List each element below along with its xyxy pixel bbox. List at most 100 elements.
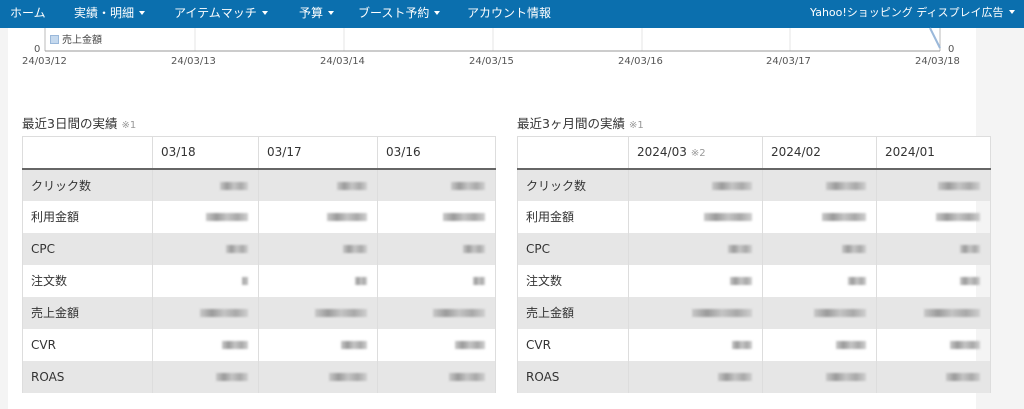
redacted-value — [628, 200, 763, 233]
table-row: 売上金額 — [517, 296, 991, 329]
daily-title-text: 最近3日間の実績 — [22, 116, 118, 131]
redacted-value — [258, 296, 378, 329]
blurred-value — [718, 373, 752, 381]
row-label: ROAS — [22, 360, 153, 393]
redacted-value — [762, 328, 877, 361]
blurred-value — [206, 213, 248, 221]
redacted-value — [152, 328, 259, 361]
blurred-value — [473, 277, 485, 285]
header-cell-metric — [517, 136, 629, 170]
row-label: 利用金額 — [22, 200, 153, 233]
redacted-value — [258, 328, 378, 361]
redacted-value — [377, 232, 496, 265]
blurred-value — [826, 373, 866, 381]
blurred-value — [960, 277, 980, 285]
header-cell-date: 03/18 — [152, 136, 259, 170]
monthly-performance-table: 2024/03 ※2 2024/02 2024/01 クリック数 利用金額 CPC… — [517, 136, 991, 393]
redacted-value — [876, 232, 991, 265]
chart-series-line — [929, 27, 941, 49]
blurred-value — [222, 341, 248, 349]
table-row: 注文数 — [517, 264, 991, 297]
redacted-value — [876, 168, 991, 201]
blurred-value — [924, 309, 980, 317]
redacted-value — [876, 360, 991, 393]
daily-title-note: ※1 — [121, 120, 137, 131]
blurred-value — [730, 277, 752, 285]
redacted-value — [762, 168, 877, 201]
redacted-value — [628, 264, 763, 297]
table-row: CVR — [22, 328, 496, 361]
blurred-value — [433, 309, 485, 317]
redacted-value — [876, 328, 991, 361]
header-cell-date: 03/17 — [258, 136, 378, 170]
blurred-value — [938, 181, 980, 190]
legend-label: 売上金額 — [62, 35, 102, 46]
redacted-value — [377, 360, 496, 393]
redacted-value — [876, 296, 991, 329]
redacted-value — [152, 360, 259, 393]
row-label: クリック数 — [22, 168, 153, 201]
y-axis-zero-right: 0 — [948, 44, 955, 55]
row-label: CVR — [517, 328, 629, 361]
blurred-value — [836, 341, 866, 349]
redacted-value — [876, 264, 991, 297]
table-row: クリック数 — [22, 168, 496, 201]
redacted-value — [152, 296, 259, 329]
redacted-value — [628, 232, 763, 265]
redacted-value — [377, 296, 496, 329]
legend-swatch-icon — [50, 35, 59, 44]
row-label: 売上金額 — [517, 296, 629, 329]
redacted-value — [258, 360, 378, 393]
sales-chart: 売上金額 0 0 24/03/12 24/03/13 24/03/14 24/0… — [0, 0, 1024, 75]
blurred-value — [822, 213, 866, 221]
row-label: 注文数 — [22, 264, 153, 297]
x-tick-label: 24/03/14 — [320, 56, 365, 67]
blurred-value — [463, 245, 485, 253]
table-header-row: 2024/03 ※2 2024/02 2024/01 — [517, 136, 991, 170]
blurred-value — [712, 181, 752, 190]
monthly-section-title: 最近3ヶ月間の実績 ※1 — [517, 113, 644, 132]
redacted-value — [377, 168, 496, 201]
blurred-value — [329, 373, 367, 381]
blurred-value — [946, 373, 980, 381]
row-label: クリック数 — [517, 168, 629, 201]
chart-gridlines — [194, 28, 791, 51]
blurred-value — [826, 181, 866, 190]
redacted-value — [762, 200, 877, 233]
redacted-value — [258, 264, 378, 297]
row-label: CPC — [22, 232, 153, 265]
row-label: CVR — [22, 328, 153, 361]
table-row: 売上金額 — [22, 296, 496, 329]
redacted-value — [876, 200, 991, 233]
row-label: 利用金額 — [517, 200, 629, 233]
blurred-value — [327, 213, 367, 221]
header-cell-date: 03/16 — [377, 136, 496, 170]
blurred-value — [343, 245, 367, 253]
row-label: ROAS — [517, 360, 629, 393]
blurred-value — [449, 373, 485, 381]
redacted-value — [377, 328, 496, 361]
redacted-value — [258, 200, 378, 233]
redacted-value — [628, 328, 763, 361]
blurred-value — [355, 277, 367, 285]
blurred-value — [451, 181, 485, 190]
table-row: CPC — [517, 232, 991, 265]
table-row: CVR — [517, 328, 991, 361]
redacted-value — [762, 296, 877, 329]
blurred-value — [216, 373, 248, 381]
blurred-value — [728, 245, 752, 253]
table-row: 注文数 — [22, 264, 496, 297]
header-cell-month: 2024/03 ※2 — [628, 136, 763, 170]
blurred-value — [936, 213, 980, 221]
y-axis-zero-left: 0 — [34, 44, 41, 55]
x-tick-label: 24/03/12 — [22, 56, 67, 67]
redacted-value — [377, 200, 496, 233]
daily-performance-table: 03/18 03/17 03/16 クリック数 利用金額 CPC 注文数 売上金… — [22, 136, 496, 393]
header-cell-month: 2024/01 — [876, 136, 991, 170]
blurred-value — [226, 245, 248, 253]
header-month-note: ※2 — [690, 148, 706, 160]
blurred-value — [341, 341, 367, 349]
redacted-value — [762, 360, 877, 393]
blurred-value — [315, 309, 367, 317]
redacted-value — [152, 168, 259, 201]
